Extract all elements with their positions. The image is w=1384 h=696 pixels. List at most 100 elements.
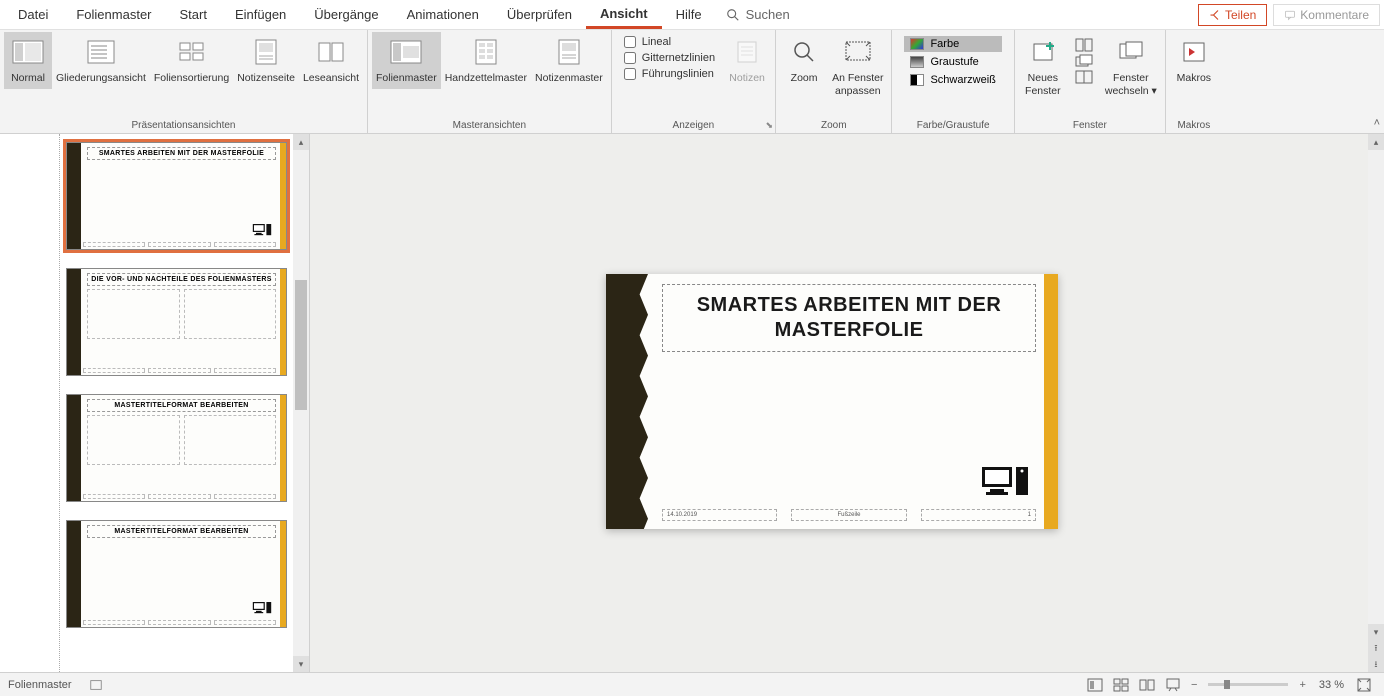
switch-windows-button[interactable]: Fenster wechseln ▾ (1101, 32, 1161, 101)
blackwhite-option[interactable]: Schwarzweiß (904, 72, 1001, 88)
status-mode: Folienmaster (8, 679, 72, 691)
cascade-icon (1075, 54, 1093, 68)
zoom-slider[interactable] (1208, 683, 1288, 686)
view-sorter-icon[interactable] (1108, 678, 1134, 692)
collapse-ribbon-icon[interactable]: ˄ (1374, 117, 1380, 129)
scroll-up-button[interactable]: ▴ (293, 134, 309, 150)
ribbon-label-macros: Makros (1170, 118, 1218, 133)
thumbnail-item[interactable]: MASTERTITELFORMAT BEARBEITEN (66, 520, 287, 628)
notes-master-icon (557, 39, 581, 65)
outline-view-button[interactable]: Gliederungsansicht (52, 32, 150, 89)
canvas-area[interactable]: SMARTES ARBEITEN MIT DER MASTERFOLIE 14.… (310, 134, 1384, 672)
menu-einfuegen[interactable]: Einfügen (221, 2, 300, 27)
ruler-checkbox[interactable]: Lineal (624, 36, 715, 48)
status-bar: Folienmaster − + 33 % (0, 672, 1384, 696)
notes-button: Notizen (723, 32, 771, 89)
menu-ueberpruefen[interactable]: Überprüfen (493, 2, 586, 27)
new-window-button[interactable]: Neues Fenster (1019, 32, 1067, 101)
thumbnail-tree-lines (0, 134, 60, 672)
zoom-icon (792, 40, 816, 64)
thumbnail-list: SMARTES ARBEITEN MIT DER MASTERFOLIE DIE … (60, 134, 293, 672)
slide-footer-placeholder[interactable]: Fußzeile (791, 509, 906, 521)
outline-view-icon (87, 40, 115, 64)
canvas-next-slide[interactable]: ⭳ (1368, 656, 1384, 672)
ribbon-label-zoom: Zoom (780, 118, 887, 133)
ribbon-group-window: Neues Fenster Fenster wechseln ▾ Fenster (1015, 30, 1166, 133)
cascade-button[interactable] (1075, 54, 1093, 68)
split-icon (1075, 70, 1093, 84)
comment-icon (1284, 9, 1296, 21)
color-option[interactable]: Farbe (904, 36, 1001, 52)
menu-ansicht[interactable]: Ansicht (586, 1, 662, 29)
status-spellcheck-icon[interactable] (84, 678, 108, 692)
grayscale-option[interactable]: Graustufe (904, 54, 1001, 70)
search-placeholder: Suchen (746, 7, 790, 22)
macros-button[interactable]: Makros (1170, 32, 1218, 89)
search-box[interactable]: Suchen (716, 7, 800, 22)
ribbon-group-presentation-views: Normal Gliederungsansicht Foliensortieru… (0, 30, 368, 133)
share-button[interactable]: Teilen (1198, 4, 1267, 26)
zoom-out-button[interactable]: − (1186, 679, 1202, 691)
ribbon-group-zoom: Zoom An Fenster anpassen Zoom (776, 30, 892, 133)
thumbnail-item[interactable]: MASTERTITELFORMAT BEARBEITEN (66, 394, 287, 502)
slide-master-button[interactable]: Folienmaster (372, 32, 441, 89)
guides-checkbox[interactable]: Führungslinien (624, 68, 715, 80)
zoom-slider-handle[interactable] (1224, 680, 1230, 689)
canvas-scrollbar-vertical[interactable]: ▴ ▾ ⭱ ⭳ (1368, 134, 1384, 672)
zoom-in-button[interactable]: + (1294, 679, 1310, 691)
menu-datei[interactable]: Datei (4, 2, 62, 27)
zoom-level[interactable]: 33 % (1311, 679, 1352, 691)
search-icon (726, 8, 740, 22)
fit-window-button[interactable]: An Fenster anpassen (828, 32, 887, 101)
slide-pagenum-placeholder[interactable]: 1 (921, 509, 1036, 521)
ribbon-label-color: Farbe/Graustufe (896, 118, 1009, 133)
notes-master-button[interactable]: Notizenmaster (531, 32, 607, 89)
handout-master-button[interactable]: Handzettelmaster (441, 32, 531, 89)
computer-icon (980, 465, 1030, 499)
gridlines-checkbox[interactable]: Gitternetzlinien (624, 52, 715, 64)
canvas-scroll-up[interactable]: ▴ (1368, 134, 1384, 150)
comments-button[interactable]: Kommentare (1273, 4, 1380, 26)
fit-window-icon (844, 40, 872, 64)
ribbon-group-macros: Makros Makros (1166, 30, 1222, 133)
zoom-button[interactable]: Zoom (780, 32, 828, 89)
slide-sorter-icon (178, 40, 206, 64)
slide-sorter-button[interactable]: Foliensortierung (150, 32, 233, 89)
normal-view-icon (12, 40, 44, 64)
view-slideshow-icon[interactable] (1160, 678, 1186, 692)
menu-folienmaster[interactable]: Folienmaster (62, 2, 165, 27)
view-reading-icon[interactable] (1134, 678, 1160, 692)
canvas-prev-slide[interactable]: ⭱ (1368, 640, 1384, 656)
reading-view-button[interactable]: Leseansicht (299, 32, 363, 89)
notes-icon (735, 40, 759, 64)
canvas-scroll-down[interactable]: ▾ (1368, 624, 1384, 640)
slide-left-decoration (606, 274, 648, 529)
thumbnail-item[interactable]: DIE VOR- UND NACHTEILE DES FOLIENMASTERS (66, 268, 287, 376)
scroll-down-button[interactable]: ▾ (293, 656, 309, 672)
scroll-thumb[interactable] (295, 280, 307, 410)
slide-footers: 14.10.2019 Fußzeile 1 (662, 509, 1036, 521)
move-split-button[interactable] (1075, 70, 1093, 84)
arrange-all-button[interactable] (1075, 38, 1093, 52)
share-icon (1209, 9, 1221, 21)
ribbon-group-show: Lineal Gitternetzlinien Führungslinien N… (612, 30, 776, 133)
notes-page-button[interactable]: Notizenseite (233, 32, 299, 89)
menu-animationen[interactable]: Animationen (393, 2, 493, 27)
view-normal-icon[interactable] (1082, 678, 1108, 692)
slide-title-placeholder[interactable]: SMARTES ARBEITEN MIT DER MASTERFOLIE (662, 284, 1036, 352)
thumbnail-panel: SMARTES ARBEITEN MIT DER MASTERFOLIE DIE … (0, 134, 310, 672)
show-launcher-icon[interactable]: ⬊ (766, 120, 774, 131)
menu-start[interactable]: Start (166, 2, 221, 27)
thumbnail-scrollbar[interactable]: ▴ ▾ (293, 134, 309, 672)
menu-hilfe[interactable]: Hilfe (662, 2, 716, 27)
ribbon-label-show: Anzeigen (616, 118, 771, 133)
normal-view-button[interactable]: Normal (4, 32, 52, 89)
ribbon-label-presentation-views: Präsentationsansichten (4, 118, 363, 133)
slide-preview[interactable]: SMARTES ARBEITEN MIT DER MASTERFOLIE 14.… (606, 274, 1058, 529)
thumbnail-item[interactable]: SMARTES ARBEITEN MIT DER MASTERFOLIE (66, 142, 287, 250)
fit-to-window-icon[interactable] (1352, 678, 1376, 692)
menu-uebergaenge[interactable]: Übergänge (300, 2, 392, 27)
slide-date-placeholder[interactable]: 14.10.2019 (662, 509, 777, 521)
new-window-icon (1030, 40, 1056, 64)
ribbon: Normal Gliederungsansicht Foliensortieru… (0, 30, 1384, 134)
